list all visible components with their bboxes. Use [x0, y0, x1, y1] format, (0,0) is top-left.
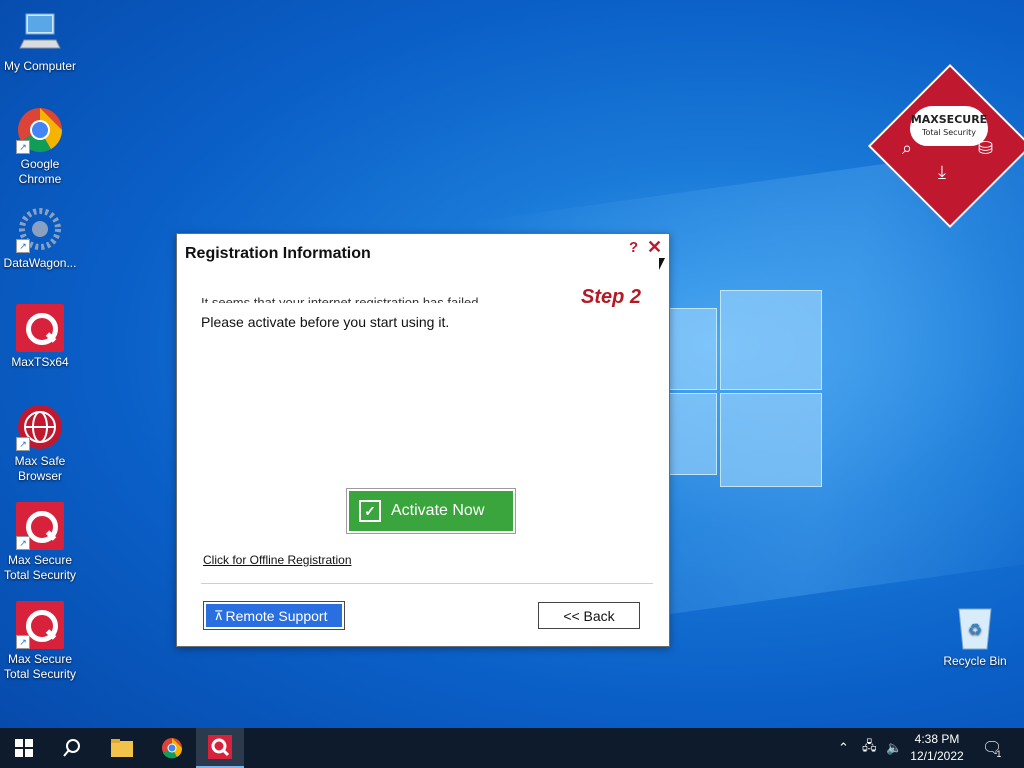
clock-date: 12/1/2022: [910, 749, 964, 763]
folder-icon: [111, 739, 133, 757]
database-icon[interactable]: ⛁: [978, 138, 993, 159]
desktop-icon-datawagon[interactable]: ↗ DataWagon...: [0, 205, 80, 271]
notification-count: 1: [996, 749, 1002, 759]
desktop-icon-maxtsx64[interactable]: MaxTSx64: [0, 304, 80, 370]
windows-icon: [15, 739, 33, 757]
chrome-icon: ↗: [16, 106, 64, 154]
maxsecure-q-icon: ↗: [16, 601, 64, 649]
desktop-icon-max-secure-1[interactable]: ↗ Max Secure Total Security: [0, 502, 80, 583]
desktop-icon-max-secure-2[interactable]: ↗ Max Secure Total Security: [0, 601, 80, 682]
search-button[interactable]: [48, 728, 96, 768]
step-label: Step 2: [581, 286, 642, 308]
help-icon[interactable]: ?: [629, 239, 638, 256]
taskbar: ⌃ 🖧 🔈 4:38 PM 12/1/2022 🗨 1: [0, 728, 1024, 768]
checkbox-icon: ✓: [359, 500, 381, 522]
maxsecure-taskbar-button[interactable]: [196, 728, 244, 768]
desktop-icon-my-computer[interactable]: My Computer: [0, 8, 80, 74]
chrome-icon: [162, 738, 183, 759]
activate-message: Please activate before you start using i…: [201, 314, 450, 330]
svg-text:♻: ♻: [968, 622, 982, 639]
shortcut-arrow-icon: ↗: [16, 635, 30, 649]
datawagon-icon: ↗: [16, 205, 64, 253]
download-icon[interactable]: ⤓: [938, 162, 946, 183]
activate-now-button[interactable]: ✓ Activate Now: [346, 488, 516, 534]
notification-button[interactable]: 🗨 1: [982, 728, 1007, 768]
mouse-cursor-icon: [659, 258, 665, 270]
shortcut-arrow-icon: ↗: [16, 437, 30, 451]
shortcut-arrow-icon: ↗: [16, 536, 30, 550]
network-icon[interactable]: 🖧: [862, 728, 877, 768]
desktop-icon-google-chrome[interactable]: ↗ Google Chrome: [0, 106, 80, 187]
remote-support-button[interactable]: ⊼ Remote Support: [203, 601, 345, 630]
globe-icon: ↗: [16, 403, 64, 451]
maxsecure-logo: MAXSECURE Total Security: [910, 106, 988, 146]
chevron-up-icon: ⌃: [838, 740, 849, 755]
shortcut-arrow-icon: ↗: [16, 140, 30, 154]
dialog-title: Registration Information: [185, 245, 371, 262]
maxsecure-q-icon: [16, 304, 64, 352]
back-button[interactable]: << Back: [538, 602, 640, 629]
show-hidden-icons-button[interactable]: ⌃: [838, 728, 849, 768]
recycle-bin-icon: ♻: [951, 603, 999, 651]
maxsecure-q-icon: ↗: [16, 502, 64, 550]
failure-message: It seems that your internet registration…: [201, 295, 483, 303]
chrome-taskbar-button[interactable]: [148, 728, 196, 768]
computer-icon: [16, 8, 64, 56]
desktop-icon-recycle-bin[interactable]: ♻ Recycle Bin: [935, 603, 1015, 669]
file-explorer-button[interactable]: [98, 728, 146, 768]
search-icon[interactable]: ⌕: [902, 138, 912, 159]
close-icon[interactable]: ✕: [647, 237, 662, 258]
maxsecure-q-icon: [208, 735, 232, 759]
divider: [201, 583, 653, 584]
clock[interactable]: 4:38 PM 12/1/2022: [902, 731, 972, 765]
windows-wallpaper-logo: [665, 290, 825, 487]
desktop-icon-max-safe-browser[interactable]: ↗ Max Safe Browser: [0, 403, 80, 484]
start-button[interactable]: [0, 728, 48, 768]
antenna-icon: ⊼: [214, 607, 224, 623]
volume-icon[interactable]: 🔈: [886, 728, 902, 768]
registration-dialog: Registration Information ? ✕ Step 2 It s…: [176, 233, 670, 647]
shortcut-arrow-icon: ↗: [16, 239, 30, 253]
maxsecure-widget[interactable]: MAXSECURE Total Security ⌕ ⛁ ⤓: [886, 80, 1012, 210]
search-icon: [63, 739, 80, 757]
clock-time: 4:38 PM: [914, 732, 960, 746]
offline-registration-link[interactable]: Click for Offline Registration: [203, 553, 352, 567]
